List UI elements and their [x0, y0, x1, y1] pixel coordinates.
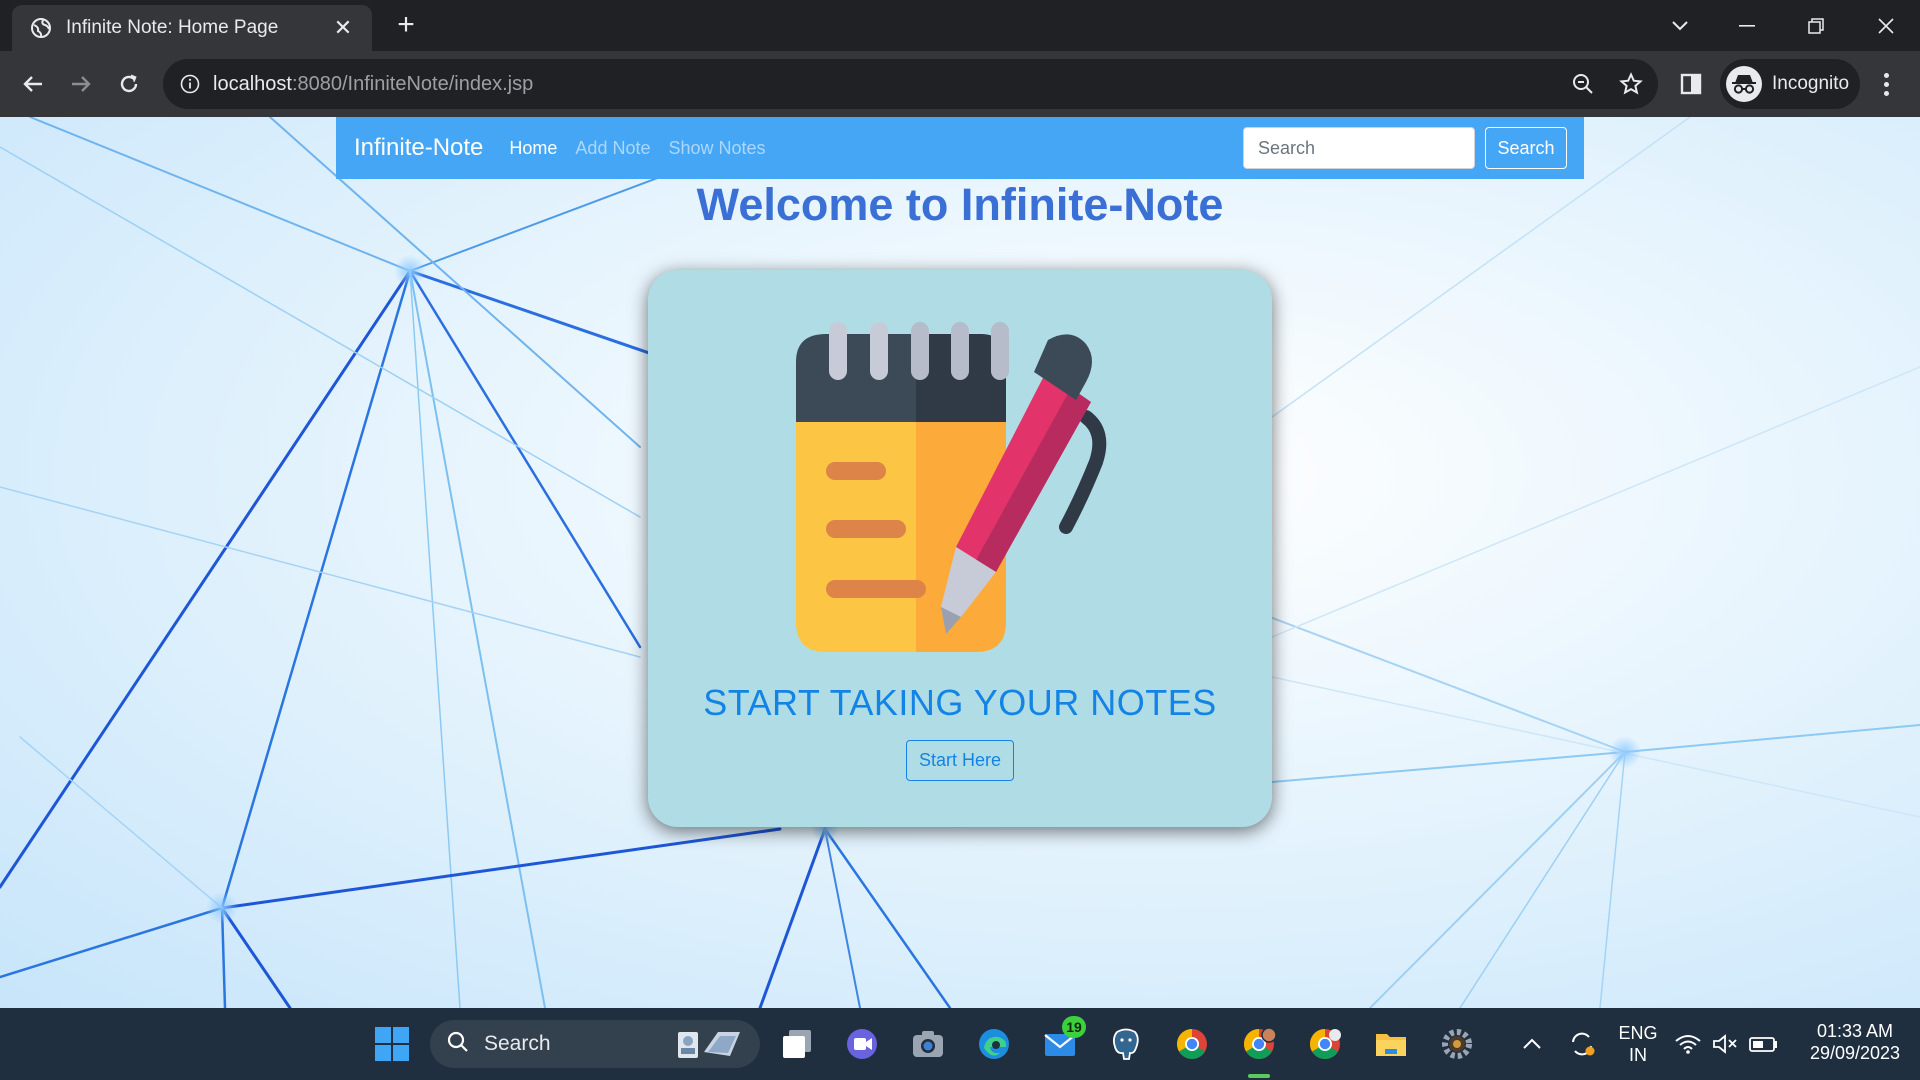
minimize-icon[interactable] [1727, 8, 1767, 44]
browser-tab-active[interactable]: Infinite Note: Home Page ✕ [12, 5, 372, 51]
nav-link-home[interactable]: Home [509, 138, 557, 159]
close-tab-icon[interactable]: ✕ [332, 15, 354, 40]
navbar-search-input[interactable] [1243, 127, 1475, 169]
chrome-alt-profile-icon[interactable] [1303, 1022, 1347, 1066]
chrome-profile-icon[interactable] [1237, 1022, 1281, 1066]
address-bar[interactable]: localhost:8080/InfiniteNote/index.jsp [163, 59, 1658, 109]
task-view-icon[interactable] [775, 1022, 819, 1066]
muted-volume-icon [1713, 1034, 1737, 1054]
chevron-up-icon[interactable] [1510, 1022, 1554, 1066]
reload-icon[interactable] [111, 66, 147, 102]
wifi-icon [1675, 1035, 1701, 1054]
incognito-label: Incognito [1772, 73, 1850, 94]
system-tray-status[interactable] [1672, 1022, 1792, 1066]
tab-title: Infinite Note: Home Page [66, 17, 279, 38]
card-title: START TAKING YOUR NOTES [703, 682, 1217, 723]
nav-link-add-note[interactable]: Add Note [575, 138, 650, 159]
site-info-icon[interactable] [179, 73, 201, 95]
bookmark-star-icon[interactable] [1616, 69, 1646, 99]
profile-incognito[interactable]: Incognito [1720, 59, 1860, 109]
start-here-button[interactable]: Start Here [906, 740, 1014, 781]
teams-chat-icon[interactable] [840, 1022, 884, 1066]
chrome-icon[interactable] [1170, 1022, 1214, 1066]
battery-icon [1749, 1037, 1777, 1052]
page-title: Welcome to Infinite-Note [696, 179, 1224, 230]
new-tab-button[interactable]: + [390, 10, 422, 42]
sync-icon[interactable] [1560, 1022, 1604, 1066]
mail-icon[interactable]: 19 [1038, 1016, 1086, 1066]
windows-taskbar: Search 19 ENG IN 01:33 AM 29/09/2023 [0, 1008, 1920, 1080]
taskbar-search-box[interactable]: Search [430, 1020, 760, 1068]
side-panel-icon[interactable] [1673, 66, 1709, 102]
nav-link-show-notes[interactable]: Show Notes [668, 138, 765, 159]
tab-search-chevron-icon[interactable] [1660, 8, 1700, 44]
close-window-icon[interactable] [1866, 8, 1906, 44]
site-navbar: Infinite-Note Home Add Note Show Notes S… [336, 117, 1584, 179]
notepad-pen-icon [796, 322, 1107, 652]
start-card: START TAKING YOUR NOTES Start Here [648, 270, 1272, 827]
clock[interactable]: 01:33 AM 29/09/2023 [1800, 1020, 1910, 1064]
language-indicator[interactable]: ENG IN [1612, 1022, 1664, 1066]
search-icon [446, 1030, 470, 1059]
browser-menu-icon[interactable] [1874, 66, 1898, 102]
camera-icon[interactable] [906, 1022, 950, 1066]
zoom-icon[interactable] [1568, 69, 1598, 99]
browser-tabstrip: Infinite Note: Home Page ✕ + [0, 0, 1920, 51]
url-text: localhost:8080/InfiniteNote/index.jsp [213, 72, 534, 95]
windows-start-icon[interactable] [370, 1022, 414, 1066]
postgresql-icon[interactable] [1104, 1022, 1148, 1066]
clock-date: 29/09/2023 [1809, 1043, 1901, 1063]
globe-icon [30, 17, 52, 39]
active-app-indicator [1248, 1074, 1270, 1078]
restore-icon[interactable] [1796, 8, 1836, 44]
forward-arrow-icon[interactable] [63, 66, 99, 102]
navbar-search-button[interactable]: Search [1485, 127, 1567, 169]
file-explorer-icon[interactable] [1369, 1022, 1413, 1066]
search-highlight-icon [674, 1026, 744, 1067]
language-code: ENG [1618, 1023, 1658, 1043]
region-code: IN [1629, 1045, 1647, 1065]
mail-unread-badge: 19 [1062, 1016, 1086, 1038]
navbar-brand[interactable]: Infinite-Note [354, 134, 483, 162]
clock-time: 01:33 AM [1816, 1021, 1894, 1041]
edge-browser-icon[interactable] [972, 1022, 1016, 1066]
settings-gear-icon[interactable] [1435, 1022, 1479, 1066]
back-arrow-icon[interactable] [15, 66, 51, 102]
page-viewport: Infinite-Note Home Add Note Show Notes S… [0, 117, 1920, 1008]
taskbar-search-label: Search [484, 1032, 551, 1055]
incognito-icon [1726, 66, 1762, 102]
browser-toolbar: localhost:8080/InfiniteNote/index.jsp In… [0, 51, 1920, 117]
